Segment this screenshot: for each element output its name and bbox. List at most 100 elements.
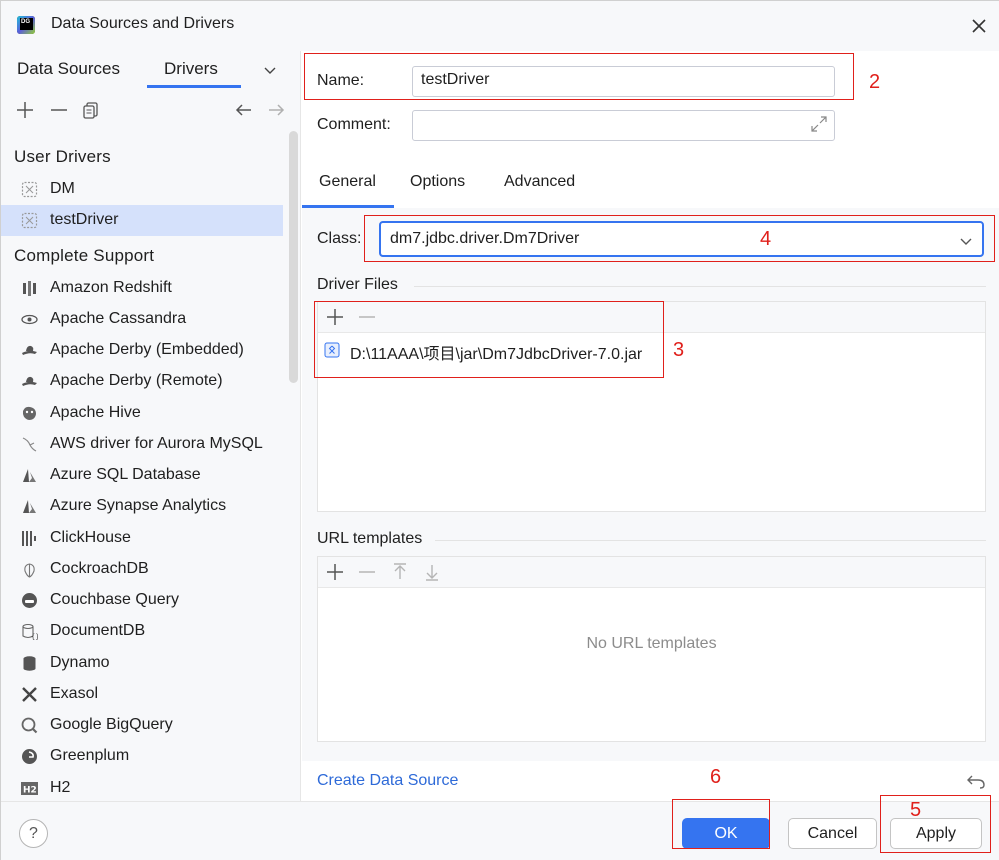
tree-item-apache-hive[interactable]: Apache Hive (1, 398, 283, 429)
forward-arrow-icon[interactable] (266, 100, 286, 120)
clickhouse-bars-icon (22, 531, 36, 546)
driver-tree: User Drivers DM testDriver Complete Supp… (1, 139, 285, 801)
class-select[interactable]: dm7.jdbc.driver.Dm7Driver (379, 221, 984, 257)
tree-item-testdriver[interactable]: testDriver (1, 205, 283, 236)
tree-item-azure-sql-database[interactable]: Azure SQL Database (1, 460, 283, 491)
tree-item-apache-cassandra[interactable]: Apache Cassandra (1, 304, 283, 335)
class-select-value: dm7.jdbc.driver.Dm7Driver (390, 230, 580, 247)
tree-item-amazon-redshift[interactable]: Amazon Redshift (1, 273, 283, 304)
tree-item-dynamo[interactable]: Dynamo (1, 648, 283, 679)
tree-item-aws-aurora-mysql[interactable]: AWS driver for Aurora MySQL (1, 429, 283, 460)
tab-data-sources[interactable]: Data Sources (17, 59, 120, 79)
cockroach-icon (24, 563, 35, 578)
tree-item-cockroachdb[interactable]: CockroachDB (1, 554, 283, 585)
tab-advanced[interactable]: Advanced (504, 173, 575, 191)
tree-item-label: ClickHouse (50, 529, 131, 546)
dialog-button-bar: ? OK Cancel Apply (1, 801, 999, 860)
annotation-number: 6 (710, 766, 722, 788)
tree-item-label: Google BigQuery (50, 716, 173, 733)
create-data-source-link[interactable]: Create Data Source (317, 772, 458, 790)
move-down-icon[interactable] (422, 562, 442, 582)
chevron-down-icon (960, 238, 972, 245)
driver-settings-panel: Name: testDriver Comment: General Option… (302, 51, 999, 801)
redshift-icon (23, 281, 36, 296)
chevron-down-icon[interactable] (263, 63, 277, 77)
tree-item-label: Azure SQL Database (50, 466, 201, 483)
tree-item-label: Couchbase Query (50, 591, 179, 608)
name-input[interactable]: testDriver (412, 66, 835, 97)
annotation-number: 5 (910, 799, 922, 821)
tab-options[interactable]: Options (410, 173, 465, 191)
dynamo-icon (23, 656, 36, 671)
url-templates-list: No URL templates (317, 556, 986, 742)
tab-drivers[interactable]: Drivers (164, 59, 218, 79)
tree-item-label: Apache Cassandra (50, 310, 187, 327)
tree-item-label: DM (50, 180, 75, 197)
left-panel: Data Sources Drivers User Drivers DM tes… (1, 51, 301, 801)
tree-item-label: Azure Synapse Analytics (50, 497, 227, 514)
tree-item-label: Amazon Redshift (50, 279, 172, 296)
tree-item-greenplum[interactable]: Greenplum (1, 741, 283, 772)
apply-button[interactable]: Apply (890, 818, 982, 849)
hive-icon (23, 406, 36, 420)
expand-icon[interactable] (809, 114, 829, 134)
back-arrow-icon[interactable] (234, 100, 254, 120)
remove-icon[interactable] (357, 562, 377, 582)
custom-driver-icon (21, 212, 38, 229)
derby-hat-icon (22, 376, 37, 386)
annotation-number: 4 (760, 228, 772, 250)
driver-files-title: Driver Files (317, 276, 398, 293)
help-button[interactable]: ? (19, 819, 48, 848)
tree-item-apache-derby-remote[interactable]: Apache Derby (Remote) (1, 366, 283, 397)
jar-file-icon (324, 342, 340, 358)
tree-item-azure-synapse[interactable]: Azure Synapse Analytics (1, 491, 283, 522)
active-tab-indicator (147, 85, 241, 88)
add-icon[interactable] (325, 307, 345, 327)
tree-item-label: Apache Derby (Remote) (50, 372, 223, 389)
tree-item-couchbase-query[interactable]: Couchbase Query (1, 585, 283, 616)
tree-item-google-bigquery[interactable]: Google BigQuery (1, 710, 283, 741)
ok-button[interactable]: OK (682, 818, 770, 849)
section-complete-support: Complete Support (14, 246, 155, 265)
remove-icon[interactable] (357, 307, 377, 327)
driver-files-list: D:\11AAA\项目\jar\Dm7JdbcDriver-7.0.jar (317, 301, 986, 512)
url-templates-title: URL templates (317, 530, 423, 547)
svg-text:{}: {} (31, 633, 38, 640)
tree-item-h2[interactable]: H2 H2 (1, 773, 283, 801)
comment-label: Comment: (317, 116, 391, 133)
title-bar: Data Sources and Drivers (1, 1, 999, 51)
cassandra-eye-icon (21, 314, 38, 325)
tree-item-exasol[interactable]: Exasol (1, 679, 283, 710)
comment-input[interactable] (412, 110, 835, 141)
mysql-dolphin-icon (22, 437, 37, 452)
annotation-number: 3 (673, 339, 685, 361)
url-templates-empty-text: No URL templates (586, 635, 717, 652)
tree-scrollbar[interactable] (289, 131, 298, 383)
tab-general[interactable]: General (319, 173, 376, 191)
close-icon[interactable] (967, 14, 991, 38)
move-up-icon[interactable] (390, 562, 410, 582)
tree-item-label: Greenplum (50, 747, 130, 764)
tree-item-dm[interactable]: DM (1, 174, 283, 205)
documentdb-icon: {} (22, 623, 38, 640)
h2-icon: H2 (21, 782, 38, 796)
tree-item-documentdb[interactable]: {} DocumentDB (1, 616, 283, 647)
url-templates-toolbar (318, 557, 985, 588)
remove-icon[interactable] (49, 100, 69, 120)
tree-item-clickhouse[interactable]: ClickHouse (1, 523, 283, 554)
driver-files-toolbar (318, 302, 985, 333)
tree-item-label: DocumentDB (50, 622, 146, 639)
tree-item-label: testDriver (50, 211, 119, 228)
divider (414, 286, 986, 287)
duplicate-icon[interactable] (81, 100, 101, 120)
undo-icon[interactable] (966, 771, 986, 791)
tree-item-label: Apache Derby (Embedded) (50, 341, 244, 358)
add-icon[interactable] (15, 100, 35, 120)
tree-item-label: Exasol (50, 685, 99, 702)
add-icon[interactable] (325, 562, 345, 582)
cancel-button[interactable]: Cancel (788, 818, 877, 849)
class-label: Class: (317, 230, 362, 247)
azure-icon (23, 469, 36, 482)
tree-item-apache-derby-embedded[interactable]: Apache Derby (Embedded) (1, 335, 283, 366)
bigquery-icon (21, 717, 38, 734)
